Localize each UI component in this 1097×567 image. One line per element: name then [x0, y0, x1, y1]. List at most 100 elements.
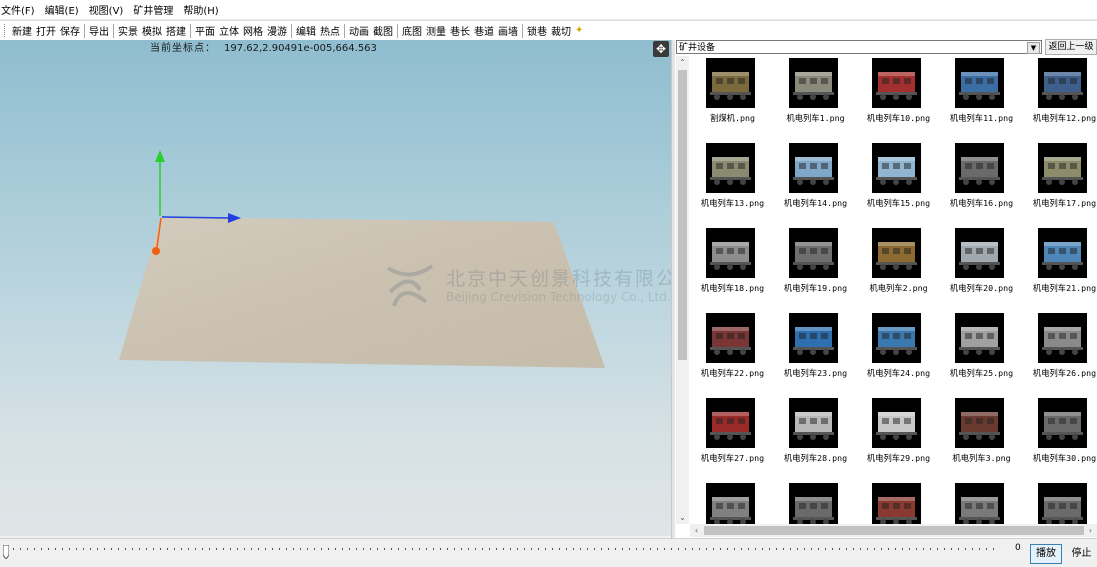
thumbnail-item[interactable]: 机电列车2.png [857, 228, 940, 313]
thumbnail-item[interactable]: 机电列车28.png [774, 398, 857, 483]
toolbar-button-7-1[interactable]: 裁切 [549, 23, 573, 38]
scroll-right-icon[interactable]: › [1084, 524, 1097, 537]
toolbar-button-6-2[interactable]: 巷长 [448, 23, 472, 38]
menu-item-2[interactable]: 视图(V) [84, 2, 129, 17]
thumbnail-item[interactable]: 机电列车22.png [691, 313, 774, 398]
menu-item-4[interactable]: 帮助(H) [178, 2, 223, 17]
toolbar-button-2-2[interactable]: 搭建 [164, 23, 188, 38]
toolbar-button-6-1[interactable]: 测量 [424, 23, 448, 38]
thumbnail-item[interactable]: 机电列车24.png [857, 313, 940, 398]
horizontal-scroll-thumb[interactable] [704, 526, 1084, 535]
toolbar-button-0-0[interactable]: 新建 [10, 23, 34, 38]
menu-item-0[interactable]: 文件(F) [0, 2, 40, 17]
toolbar-button-3-1[interactable]: 立体 [217, 23, 241, 38]
thumbnail-item[interactable]: 机电列车23.png [774, 313, 857, 398]
thumbnail-item[interactable] [940, 483, 1023, 524]
go-up-button[interactable]: 返回上一级 [1045, 39, 1097, 55]
timeline-track[interactable] [6, 548, 999, 550]
toolbar-button-4-1[interactable]: 热点 [318, 23, 342, 38]
toolbar-button-0-1[interactable]: 打开 [34, 23, 58, 38]
thumbnail-item[interactable] [691, 483, 774, 524]
stop-button[interactable]: 停止 [1066, 544, 1097, 564]
toolbar-grip[interactable] [4, 24, 8, 37]
thumbnail-item[interactable]: 机电列车26.png [1023, 313, 1096, 398]
horizontal-scrollbar[interactable]: ‹ › [690, 524, 1097, 537]
toolbar-separator [291, 23, 292, 38]
menu-item-1[interactable]: 编辑(E) [40, 2, 84, 17]
thumbnail-item[interactable]: 机电列车16.png [940, 143, 1023, 228]
toolbar: 新建 打开 保存 导出 实景 模拟 搭建 平面 立体 网格 漫游 编辑 热点 动画 截图 底图 测量 巷长 巷道 画墙… [0, 20, 1097, 41]
toolbar-button-5-1[interactable]: 截图 [371, 23, 395, 38]
toolbar-button-7-0[interactable]: 锁巷 [525, 23, 549, 38]
thumbnail-item[interactable]: 机电列车29.png [857, 398, 940, 483]
toolbar-button-6-3[interactable]: 巷道 [472, 23, 496, 38]
play-button[interactable]: 播放 [1030, 544, 1062, 564]
thumbnail-item[interactable]: 机电列车1.png [774, 58, 857, 143]
thumbnail-item[interactable]: 机电列车25.png [940, 313, 1023, 398]
thumbnail-item[interactable]: 机电列车21.png [1023, 228, 1096, 313]
toolbar-button-3-2[interactable]: 网格 [241, 23, 265, 38]
timeline-handle[interactable] [3, 545, 9, 559]
equipment-thumbnail [706, 228, 755, 278]
scroll-left-icon[interactable]: ‹ [690, 524, 703, 537]
toolbar-button-2-0[interactable]: 实景 [116, 23, 140, 38]
thumbnail-item[interactable]: 机电列车13.png [691, 143, 774, 228]
equipment-thumbnail [1038, 313, 1087, 363]
equipment-thumbnail [872, 58, 921, 108]
vertical-scroll-thumb[interactable] [678, 70, 687, 360]
equipment-thumbnail [872, 228, 921, 278]
toolbar-button-3-3[interactable]: 漫游 [265, 23, 289, 38]
thumbnail-item[interactable]: 机电列车11.png [940, 58, 1023, 143]
toolbar-button-6-4[interactable]: 画墙 [496, 23, 520, 38]
navigation-icon[interactable]: ✥ [653, 41, 669, 57]
thumbnail-item[interactable] [1023, 483, 1096, 524]
toolbar-button-0-2[interactable]: 保存 [58, 23, 82, 38]
thumbnail-label: 机电列车18.png [700, 283, 765, 293]
toolbar-button-5-0[interactable]: 动画 [347, 23, 371, 38]
scroll-down-icon[interactable]: ⌄ [676, 511, 689, 524]
thumbnail-label: 机电列车16.png [949, 198, 1014, 208]
toolbar-button-1-0[interactable]: 导出 [87, 23, 111, 38]
thumbnail-label: 机电列车29.png [866, 453, 931, 463]
thumbnail-item[interactable]: 机电列车3.png [940, 398, 1023, 483]
scroll-up-icon[interactable]: ⌃ [676, 56, 689, 69]
equipment-thumbnail [789, 143, 838, 193]
coordinate-readout: 当前坐标点： 197.62,2.90491e-005,664.563 [150, 40, 377, 54]
menu-item-3[interactable]: 矿井管理 [128, 2, 178, 17]
thumbnail-item[interactable]: 机电列车27.png [691, 398, 774, 483]
thumbnail-item[interactable]: 机电列车30.png [1023, 398, 1096, 483]
thumbnail-label: 机电列车30.png [1032, 453, 1096, 463]
thumbnail-item[interactable] [857, 483, 940, 524]
thumbnail-label: 机电列车1.png [786, 113, 845, 123]
toolbar-button-2-1[interactable]: 模拟 [140, 23, 164, 38]
equipment-thumbnail [1038, 143, 1087, 193]
thumbnail-item[interactable]: 机电列车19.png [774, 228, 857, 313]
animation-bar: 0 播放 停止 [0, 538, 1097, 567]
toolbar-button-3-0[interactable]: 平面 [193, 23, 217, 38]
thumbnail-item[interactable]: 割煤机.png [691, 58, 774, 143]
thumbnail-label: 机电列车25.png [949, 368, 1014, 378]
thumbnail-item[interactable] [774, 483, 857, 524]
toolbar-button-4-0[interactable]: 编辑 [294, 23, 318, 38]
toolbar-extra-icon[interactable]: ✦ [575, 25, 583, 36]
thumbnail-item[interactable]: 机电列车20.png [940, 228, 1023, 313]
folder-select[interactable]: 矿井设备 ▼ [676, 40, 1042, 54]
chevron-down-icon[interactable]: ▼ [1027, 42, 1040, 54]
thumbnail-label: 机电列车15.png [866, 198, 931, 208]
equipment-thumbnail [1038, 228, 1087, 278]
thumbnail-item[interactable]: 机电列车18.png [691, 228, 774, 313]
thumbnail-item[interactable]: 机电列车14.png [774, 143, 857, 228]
thumbnail-item[interactable]: 机电列车17.png [1023, 143, 1096, 228]
thumbnail-item[interactable]: 机电列车15.png [857, 143, 940, 228]
equipment-thumbnail [872, 313, 921, 363]
thumbnail-label: 机电列车11.png [949, 113, 1014, 123]
thumbnail-label: 机电列车13.png [700, 198, 765, 208]
equipment-thumbnail [872, 483, 921, 524]
thumbnail-item[interactable]: 机电列车10.png [857, 58, 940, 143]
3d-viewport[interactable]: 当前坐标点： 197.62,2.90491e-005,664.563 北京中天创景… [0, 40, 671, 536]
equipment-thumbnail [789, 58, 838, 108]
toolbar-button-6-0[interactable]: 底图 [400, 23, 424, 38]
thumbnail-item[interactable]: 机电列车12.png [1023, 58, 1096, 143]
scene-canvas[interactable] [0, 40, 671, 536]
vertical-scrollbar[interactable]: ⌃ ⌄ [676, 56, 689, 524]
